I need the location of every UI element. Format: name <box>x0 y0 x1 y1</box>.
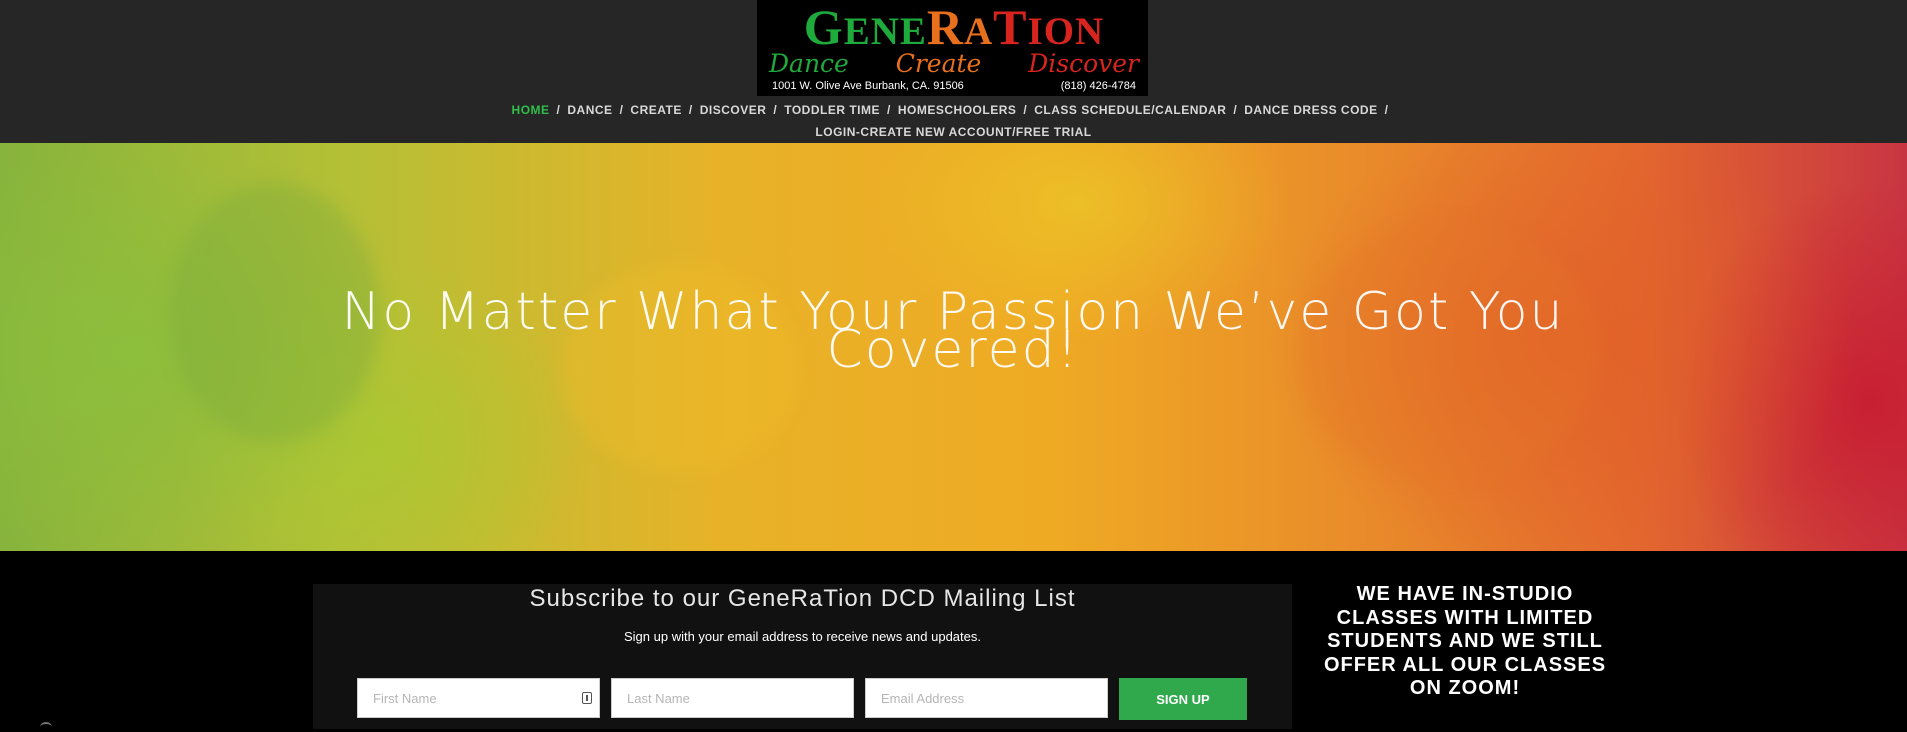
logo-brand-text: GENERATION <box>769 0 1139 55</box>
nav-separator: / <box>556 103 561 117</box>
logo-letter: ION <box>1027 10 1105 53</box>
nav-link-class-schedule-calendar[interactable]: CLASS SCHEDULE/CALENDAR <box>1034 103 1226 117</box>
logo-tagline: Dance Create Discover <box>769 49 1139 79</box>
signup-description: Sign up with your email address to recei… <box>624 629 981 644</box>
nav-link-home[interactable]: HOME <box>512 103 550 117</box>
logo-letter: G <box>803 0 844 55</box>
nav-link-create[interactable]: CREATE <box>630 103 681 117</box>
tagline-word: Dance <box>769 49 849 78</box>
nav-row: HOME / DANCE / CREATE / DISCOVER / TODDLER TIME /… <box>0 99 1907 121</box>
tagline-word: Create <box>895 49 982 78</box>
nav-separator: / <box>619 103 624 117</box>
last-name-input[interactable] <box>611 678 854 718</box>
tagline-word: Discover <box>1028 49 1139 78</box>
nav-link-dance-dress-code[interactable]: DANCE DRESS CODE <box>1244 103 1377 117</box>
logo-address: 1001 W. Olive Ave Burbank, CA. 91506 <box>772 80 964 92</box>
nav-link-dance[interactable]: DANCE <box>567 103 612 117</box>
nav-separator: / <box>1384 103 1389 117</box>
autofill-icon[interactable] <box>582 692 592 704</box>
nav-separator: / <box>688 103 693 117</box>
nav-separator: / <box>1233 103 1238 117</box>
nav-separator: / <box>1023 103 1028 117</box>
main-nav: HOME / DANCE / CREATE / DISCOVER / TODDLER TIME /… <box>0 99 1907 143</box>
sign-up-button[interactable]: SIGN UP <box>1119 678 1247 720</box>
studio-notice: WE HAVE IN-STUDIO CLASSES WITH LIMITED S… <box>1323 583 1607 699</box>
logo-letter: ENE <box>843 10 927 53</box>
nav-separator: / <box>773 103 778 117</box>
email-input[interactable] <box>865 678 1108 718</box>
newsletter-signup: Subscribe to our GeneRaTion DCD Mailing … <box>313 584 1292 729</box>
site-logo[interactable]: GENERATION Dance Create Discover 1001 W.… <box>757 0 1148 96</box>
nav-link-discover[interactable]: DISCOVER <box>700 103 767 117</box>
hero-banner: No Matter What Your Passion We’ve Got Yo… <box>0 143 1907 551</box>
signup-title: Subscribe to our GeneRaTion DCD Mailing … <box>529 585 1076 612</box>
site-header: GENERATION Dance Create Discover 1001 W.… <box>0 0 1907 143</box>
wifi-icon <box>40 722 52 732</box>
nav-link-toddler-time[interactable]: TODDLER TIME <box>784 103 880 117</box>
logo-letter: A <box>964 10 994 53</box>
hero-title: No Matter What Your Passion We’ve Got Yo… <box>341 282 1565 380</box>
first-name-input[interactable] <box>357 678 600 718</box>
logo-letter: R <box>926 0 964 55</box>
logo-letter: T <box>993 0 1028 55</box>
nav-link-login-create-new-account-free-trial[interactable]: LOGIN-CREATE NEW ACCOUNT/FREE TRIAL <box>815 125 1091 139</box>
nav-link-homeschoolers[interactable]: HOMESCHOOLERS <box>898 103 1017 117</box>
nav-row: LOGIN-CREATE NEW ACCOUNT/FREE TRIAL <box>0 121 1907 143</box>
nav-separator: / <box>887 103 891 117</box>
logo-phone: (818) 426-4784 <box>1060 80 1136 92</box>
